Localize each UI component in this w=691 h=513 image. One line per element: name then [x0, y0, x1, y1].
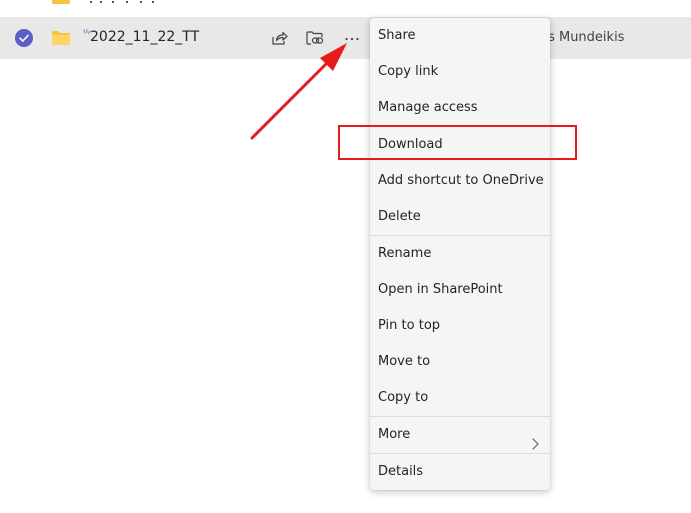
menu-item-rename[interactable]: Rename	[370, 236, 550, 272]
menu-item-label: Move to	[378, 354, 431, 369]
menu-item-label: Add shortcut to OneDrive	[378, 173, 544, 188]
check-circle-icon[interactable]	[15, 29, 33, 47]
menu-item-label: Share	[378, 28, 416, 43]
menu-item-share[interactable]: Share	[370, 18, 550, 54]
menu-item-label: Open in SharePoint	[378, 282, 503, 297]
file-row[interactable]: 2022_11_22_TT ustas Mundeikis	[0, 17, 691, 59]
menu-item-label: Copy link	[378, 64, 439, 79]
chevron-right-icon	[530, 429, 540, 450]
menu-item-label: Rename	[378, 246, 432, 261]
folder-icon	[52, 0, 70, 4]
annotation-arrow	[250, 43, 347, 140]
menu-item-copy-to[interactable]: Copy to	[370, 380, 550, 416]
menu-item-open-in-sharepoint[interactable]: Open in SharePoint	[370, 272, 550, 308]
menu-item-label: Copy to	[378, 390, 429, 405]
folder-icon	[51, 30, 71, 46]
menu-item-copy-link[interactable]: Copy link	[370, 54, 550, 90]
menu-item-label: Download	[378, 137, 443, 152]
menu-item-more[interactable]: More	[370, 417, 550, 453]
menu-item-pin-to-top[interactable]: Pin to top	[370, 308, 550, 344]
menu-item-manage-access[interactable]: Manage access	[370, 90, 550, 126]
menu-item-details[interactable]: Details	[370, 454, 550, 490]
file-name[interactable]: 2022_11_22_TT	[90, 29, 199, 45]
previous-file-row[interactable]	[0, 0, 691, 16]
menu-item-label: Pin to top	[378, 318, 441, 333]
context-menu: Share Copy link Manage access Download A…	[370, 18, 550, 490]
copy-link-icon[interactable]	[305, 28, 325, 48]
share-icon[interactable]	[269, 28, 289, 48]
menu-item-add-shortcut[interactable]: Add shortcut to OneDrive	[370, 163, 550, 199]
previous-file-name	[90, 0, 170, 3]
menu-item-label: Manage access	[378, 100, 478, 115]
menu-item-label: Details	[378, 464, 424, 479]
menu-item-delete[interactable]: Delete	[370, 199, 550, 235]
menu-item-label: More	[378, 427, 411, 442]
more-icon[interactable]	[342, 28, 362, 48]
menu-item-move-to[interactable]: Move to	[370, 344, 550, 380]
menu-item-label: Delete	[378, 209, 421, 224]
menu-item-download[interactable]: Download	[370, 127, 550, 163]
